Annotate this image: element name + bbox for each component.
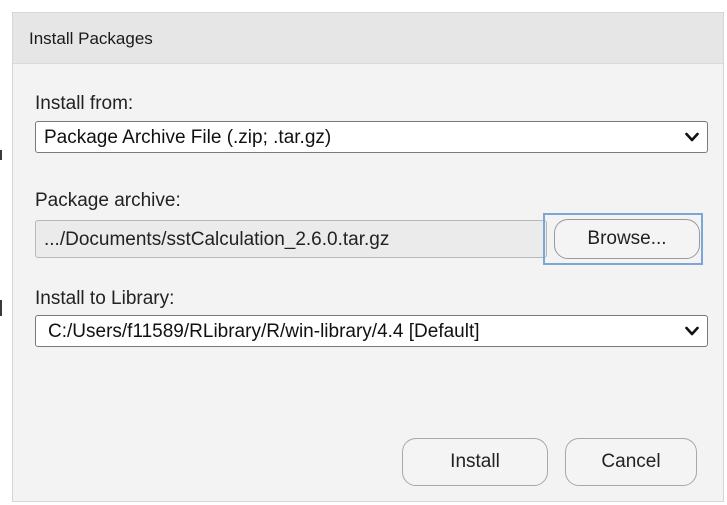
background-mark (0, 300, 2, 316)
package-archive-value: .../Documents/sstCalculation_2.6.0.tar.g… (44, 229, 390, 250)
chevron-down-icon (685, 326, 699, 336)
background-mark (0, 150, 2, 160)
package-archive-field[interactable]: .../Documents/sstCalculation_2.6.0.tar.g… (35, 220, 547, 258)
install-from-value: Package Archive File (.zip; .tar.gz) (44, 127, 332, 148)
install-to-library-value: C:/Users/f11589/RLibrary/R/win-library/4… (48, 321, 480, 342)
install-to-library-label: Install to Library: (35, 288, 175, 309)
install-from-select[interactable]: Package Archive File (.zip; .tar.gz) (35, 121, 708, 153)
cancel-button[interactable]: Cancel (565, 438, 697, 486)
dialog-titlebar: Install Packages (13, 13, 723, 64)
install-to-library-select[interactable]: C:/Users/f11589/RLibrary/R/win-library/4… (35, 315, 708, 347)
install-from-label: Install from: (35, 93, 134, 114)
package-archive-label: Package archive: (35, 190, 181, 211)
dialog-title: Install Packages (29, 29, 153, 48)
install-button[interactable]: Install (402, 438, 548, 486)
install-packages-dialog: Install Packages Install from: Package A… (12, 12, 724, 502)
browse-button[interactable]: Browse... (554, 219, 700, 259)
chevron-down-icon (685, 132, 699, 142)
